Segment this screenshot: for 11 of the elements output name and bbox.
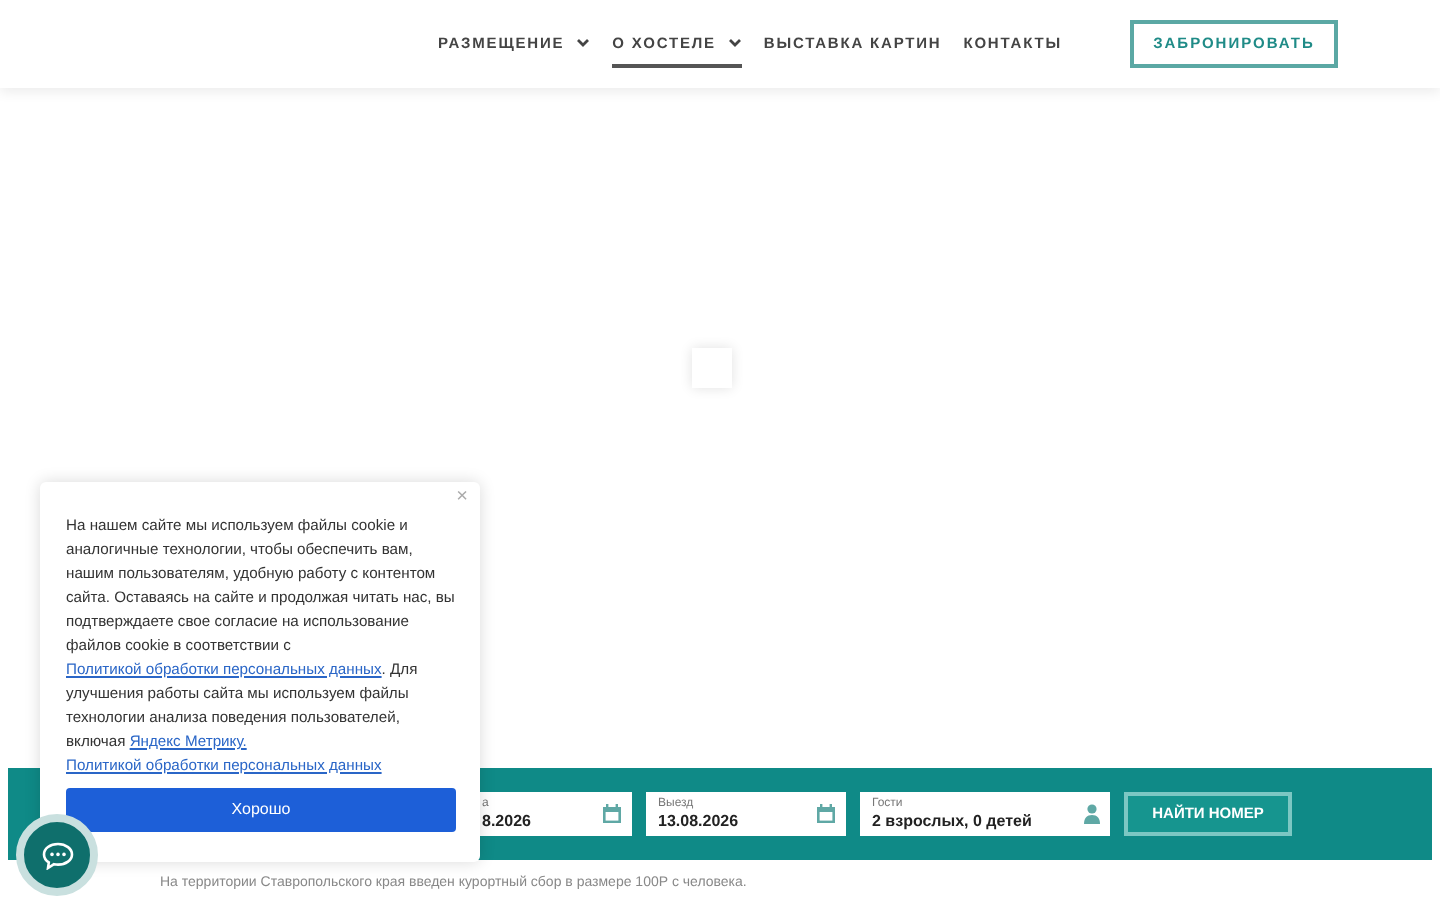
chevron-down-icon [727,38,742,48]
calendar-icon [816,804,836,824]
calendar-icon [602,804,622,824]
chevron-down-icon [576,38,591,48]
chat-button[interactable] [16,814,98,896]
field-value: 13.08.2026 [658,814,741,830]
field-value: 2 взрослых, 0 детей [872,814,1034,830]
ok-button[interactable]: Хорошо [66,788,456,832]
field-value: 8.2026 [482,814,533,830]
person-icon [1084,804,1100,824]
chat-bubble-icon [41,841,73,869]
